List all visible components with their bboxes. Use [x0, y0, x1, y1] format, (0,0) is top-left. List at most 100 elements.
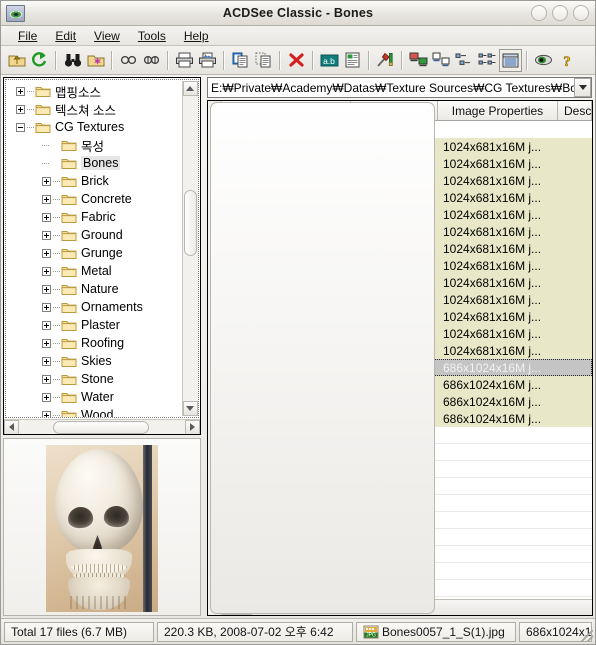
tree-node[interactable]: 텍스쳐 소스 — [6, 100, 198, 118]
tree-scroll-thumb[interactable] — [183, 190, 197, 256]
tree-node[interactable]: Roofing — [6, 334, 198, 352]
tree-scroll-left-button[interactable] — [4, 419, 19, 434]
tree-node-label: Metal — [81, 264, 112, 278]
resize-grip[interactable] — [581, 630, 593, 642]
tree-collapse-icon[interactable] — [16, 122, 25, 132]
tree-horizontal-scrollbar[interactable] — [4, 419, 200, 434]
tree-node[interactable]: Ground — [6, 226, 198, 244]
tree-scroll-track[interactable] — [182, 96, 198, 401]
address-input[interactable]: E:₩Private₩Academy₩Datas₩Texture Sources… — [207, 77, 592, 98]
tree-expand-icon[interactable] — [42, 356, 51, 366]
cell-image-properties: 686x1024x16M j... — [443, 394, 542, 409]
tree-expand-icon[interactable] — [42, 194, 51, 204]
tree-node[interactable]: Ornaments — [6, 298, 198, 316]
chevron-down-icon — [578, 85, 587, 90]
print-preview-icon[interactable] — [196, 49, 219, 72]
view-icons-icon[interactable] — [453, 49, 476, 72]
folder-icon — [61, 247, 77, 260]
paste-icon[interactable] — [252, 49, 275, 72]
help-question-icon[interactable]: ? — [555, 49, 578, 72]
column-header-description[interactable]: Descript — [558, 101, 592, 120]
menu-help[interactable]: Help — [175, 28, 218, 44]
folder-icon — [61, 319, 77, 332]
view-tiles-icon[interactable] — [430, 49, 453, 72]
up-folder-icon[interactable] — [5, 49, 28, 72]
menu-view[interactable]: View — [85, 28, 129, 44]
menu-edit[interactable]: Edit — [46, 28, 85, 44]
tree-node[interactable]: Skies — [6, 352, 198, 370]
close-button[interactable] — [573, 5, 589, 21]
tree-expand-icon[interactable] — [42, 212, 51, 222]
tree-node[interactable]: Bones — [6, 154, 198, 172]
print-icon[interactable] — [173, 49, 196, 72]
preview-plaque-text — [70, 596, 130, 609]
image-preview-panel[interactable] — [3, 438, 201, 616]
tree-expand-icon[interactable] — [42, 248, 51, 258]
tree-expand-icon[interactable] — [16, 86, 25, 96]
tree-expand-icon[interactable] — [42, 284, 51, 294]
tree-node[interactable]: Fabric — [6, 208, 198, 226]
tree-node[interactable]: 맵핑소스 — [6, 82, 198, 100]
tree-node[interactable]: Plaster — [6, 316, 198, 334]
cell-image-properties: 1024x681x16M j... — [443, 275, 542, 290]
cell-image-properties: 1024x681x16M j... — [443, 190, 542, 205]
tree-expand-icon[interactable] — [42, 230, 51, 240]
tree-scroll-up-button[interactable] — [182, 81, 198, 96]
tree-vertical-scrollbar[interactable] — [182, 81, 198, 416]
tree-node[interactable]: Metal — [6, 262, 198, 280]
folder-icon — [61, 355, 77, 368]
tree-node-label: Wood — [81, 408, 114, 417]
folder-icon — [61, 391, 77, 404]
maximize-button[interactable] — [552, 5, 568, 21]
tree-expand-icon[interactable] — [42, 176, 51, 186]
cell-image-properties: 686x1024x16M j... — [443, 377, 542, 392]
tree-node[interactable]: Nature — [6, 280, 198, 298]
view-single-icon[interactable] — [117, 49, 140, 72]
tree-node-label: 텍스쳐 소스 — [55, 103, 116, 118]
rename-icon[interactable]: a.b — [318, 49, 341, 72]
properties-icon[interactable] — [341, 49, 364, 72]
delete-icon[interactable] — [285, 49, 308, 72]
tree-node[interactable]: Wood — [6, 406, 198, 417]
tree-node[interactable]: Concrete — [6, 190, 198, 208]
file-list-panel: Name+ Size Image Properties Descript ..J… — [207, 100, 593, 616]
tools-icon[interactable] — [374, 49, 397, 72]
list-hscroll-thumb[interactable] — [210, 102, 435, 614]
tree-node[interactable]: Stone — [6, 370, 198, 388]
column-header-image-properties[interactable]: Image Properties — [438, 101, 558, 120]
view-dual-icon[interactable] — [140, 49, 163, 72]
refresh-icon[interactable] — [28, 49, 51, 72]
address-dropdown-button[interactable] — [574, 78, 591, 97]
tree-scroll-down-button[interactable] — [182, 401, 198, 416]
tree-node[interactable]: Water — [6, 388, 198, 406]
folder-tree[interactable]: 맵핑소스텍스쳐 소스 CG Textures 목성 Bones Brick Concret… — [5, 79, 199, 418]
menu-tools[interactable]: Tools — [129, 28, 175, 44]
menu-edit-label: Edit — [55, 28, 77, 43]
tree-hscroll-thumb[interactable] — [53, 420, 149, 434]
tree-node[interactable]: Brick — [6, 172, 198, 190]
view-thumbnails-icon[interactable] — [407, 49, 430, 72]
view-list-icon[interactable] — [476, 49, 499, 72]
menu-file[interactable]: File — [9, 28, 46, 44]
tree-hscroll-track[interactable] — [19, 419, 185, 434]
slideshow-eye-icon[interactable] — [532, 49, 555, 72]
tree-expand-icon[interactable] — [42, 338, 51, 348]
tree-expand-icon[interactable] — [42, 392, 51, 402]
tree-node[interactable]: CG Textures — [6, 118, 198, 136]
tree-expand-icon[interactable] — [42, 320, 51, 330]
tree-expand-icon[interactable] — [42, 302, 51, 312]
find-binoculars-icon[interactable] — [61, 49, 84, 72]
file-list-horizontal-scrollbar[interactable] — [210, 102, 592, 615]
tree-scroll-right-button[interactable] — [185, 419, 200, 434]
new-folder-icon[interactable] — [84, 49, 107, 72]
folder-icon — [61, 193, 77, 206]
view-details-icon[interactable] — [499, 48, 522, 72]
copy-icon[interactable] — [229, 49, 252, 72]
tree-expand-icon[interactable] — [42, 266, 51, 276]
tree-expand-icon[interactable] — [16, 104, 25, 114]
tree-node[interactable]: Grunge — [6, 244, 198, 262]
minimize-button[interactable] — [531, 5, 547, 21]
tree-expand-icon[interactable] — [42, 410, 51, 417]
tree-node[interactable]: 목성 — [6, 136, 198, 154]
tree-expand-icon[interactable] — [42, 374, 51, 384]
